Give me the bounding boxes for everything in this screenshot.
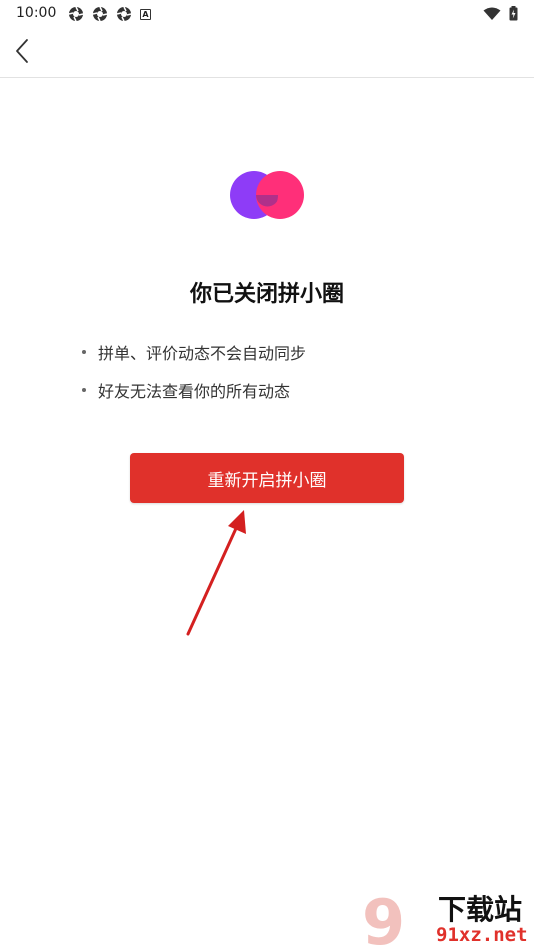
status-system-icons <box>483 6 518 21</box>
red-arrow-icon <box>186 510 246 636</box>
overlapping-circles-icon <box>230 171 304 219</box>
info-list: 拼单、评价动态不会自动同步 好友无法查看你的所有动态 <box>82 333 306 409</box>
list-item: 好友无法查看你的所有动态 <box>82 371 306 409</box>
chevron-left-icon <box>16 39 28 63</box>
letter-a-icon: A <box>140 8 151 20</box>
reopen-circle-button[interactable]: 重新开启拼小圈 <box>130 453 404 503</box>
list-item-text: 拼单、评价动态不会自动同步 <box>98 344 307 363</box>
page-title: 你已关闭拼小圈 <box>189 282 344 307</box>
watermark-mark: 9 <box>362 888 405 950</box>
nav-bar <box>0 28 534 78</box>
list-item: 拼单、评价动态不会自动同步 <box>82 333 306 371</box>
aperture-icon <box>92 6 108 22</box>
status-time: 10:00 <box>16 5 57 21</box>
wifi-icon <box>483 7 501 20</box>
aperture-icon <box>116 6 132 22</box>
bullet-dot-icon <box>82 350 86 354</box>
battery-charging-icon <box>509 6 518 21</box>
status-bar: 10:00 A <box>0 0 534 28</box>
bullet-dot-icon <box>82 388 86 392</box>
reopen-button-label: 重新开启拼小圈 <box>207 470 327 491</box>
status-notification-icons: A <box>68 6 151 22</box>
list-item-text: 好友无法查看你的所有动态 <box>98 382 291 401</box>
watermark-title: 下载站 <box>438 893 523 926</box>
watermark-url: 91xz.net <box>436 924 528 946</box>
back-button[interactable] <box>8 36 40 68</box>
aperture-icon <box>68 6 84 22</box>
